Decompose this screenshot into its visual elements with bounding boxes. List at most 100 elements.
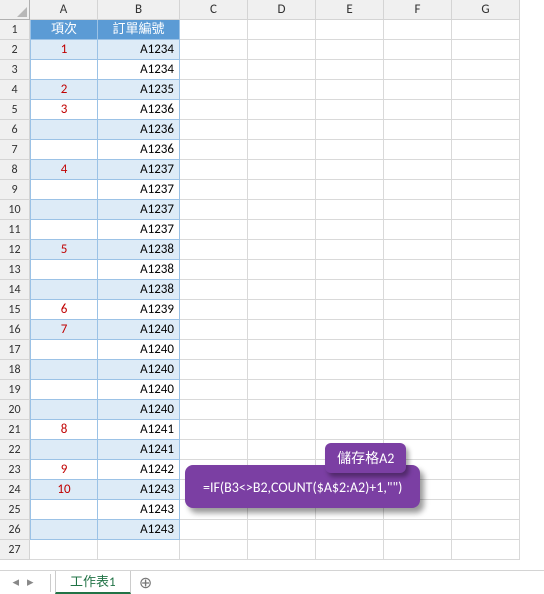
cell-D18[interactable] [248, 360, 316, 380]
cell-A16[interactable]: 7 [30, 320, 98, 340]
cell-A25[interactable] [30, 500, 98, 520]
row-header-5[interactable]: 5 [0, 100, 30, 120]
cell-C17[interactable] [180, 340, 248, 360]
cell-B8[interactable]: A1237 [98, 160, 180, 180]
cell-C6[interactable] [180, 120, 248, 140]
cell-C8[interactable] [180, 160, 248, 180]
cell-E14[interactable] [316, 280, 384, 300]
cell-D7[interactable] [248, 140, 316, 160]
cell-D13[interactable] [248, 260, 316, 280]
cell-A4[interactable]: 2 [30, 80, 98, 100]
cell-B11[interactable]: A1237 [98, 220, 180, 240]
cell-B2[interactable]: A1234 [98, 40, 180, 60]
cell-A7[interactable] [30, 140, 98, 160]
cell-F26[interactable] [384, 520, 452, 540]
row-header-6[interactable]: 6 [0, 120, 30, 140]
cell-F17[interactable] [384, 340, 452, 360]
cell-A19[interactable] [30, 380, 98, 400]
row-header-20[interactable]: 20 [0, 400, 30, 420]
cell-D15[interactable] [248, 300, 316, 320]
cell-B3[interactable]: A1234 [98, 60, 180, 80]
cell-F3[interactable] [384, 60, 452, 80]
cell-F9[interactable] [384, 180, 452, 200]
cell-F5[interactable] [384, 100, 452, 120]
row-header-16[interactable]: 16 [0, 320, 30, 340]
cell-E2[interactable] [316, 40, 384, 60]
col-header-D[interactable]: D [248, 0, 316, 20]
cell-E27[interactable] [316, 540, 384, 560]
cell-D3[interactable] [248, 60, 316, 80]
cell-B6[interactable]: A1236 [98, 120, 180, 140]
cell-B21[interactable]: A1241 [98, 420, 180, 440]
row-header-15[interactable]: 15 [0, 300, 30, 320]
cell-D17[interactable] [248, 340, 316, 360]
cell-A14[interactable] [30, 280, 98, 300]
cell-F15[interactable] [384, 300, 452, 320]
cell-C7[interactable] [180, 140, 248, 160]
col-header-G[interactable]: G [452, 0, 520, 20]
cell-B5[interactable]: A1236 [98, 100, 180, 120]
cell-C11[interactable] [180, 220, 248, 240]
cell-E20[interactable] [316, 400, 384, 420]
row-header-21[interactable]: 21 [0, 420, 30, 440]
cell-D1[interactable] [248, 20, 316, 40]
cell-C4[interactable] [180, 80, 248, 100]
cell-E6[interactable] [316, 120, 384, 140]
cell-E13[interactable] [316, 260, 384, 280]
row-header-14[interactable]: 14 [0, 280, 30, 300]
cell-A23[interactable]: 9 [30, 460, 98, 480]
cell-G21[interactable] [452, 420, 520, 440]
row-header-12[interactable]: 12 [0, 240, 30, 260]
cell-A17[interactable] [30, 340, 98, 360]
cell-B7[interactable]: A1236 [98, 140, 180, 160]
cell-C26[interactable] [180, 520, 248, 540]
cell-A8[interactable]: 4 [30, 160, 98, 180]
cell-C14[interactable] [180, 280, 248, 300]
cell-C18[interactable] [180, 360, 248, 380]
row-header-10[interactable]: 10 [0, 200, 30, 220]
cell-G25[interactable] [452, 500, 520, 520]
tab-next-icon[interactable]: ▸ [27, 575, 34, 590]
cell-F4[interactable] [384, 80, 452, 100]
cell-A11[interactable] [30, 220, 98, 240]
cell-E21[interactable] [316, 420, 384, 440]
cell-G18[interactable] [452, 360, 520, 380]
cell-D22[interactable] [248, 440, 316, 460]
cell-B27[interactable] [98, 540, 180, 560]
cell-C5[interactable] [180, 100, 248, 120]
cell-B15[interactable]: A1239 [98, 300, 180, 320]
cell-E19[interactable] [316, 380, 384, 400]
row-header-13[interactable]: 13 [0, 260, 30, 280]
row-header-4[interactable]: 4 [0, 80, 30, 100]
cell-E16[interactable] [316, 320, 384, 340]
cell-F21[interactable] [384, 420, 452, 440]
row-header-3[interactable]: 3 [0, 60, 30, 80]
cell-E3[interactable] [316, 60, 384, 80]
cell-C21[interactable] [180, 420, 248, 440]
cell-B14[interactable]: A1238 [98, 280, 180, 300]
cell-D9[interactable] [248, 180, 316, 200]
cell-A1[interactable]: 項次 [30, 20, 98, 40]
cell-D2[interactable] [248, 40, 316, 60]
cell-F20[interactable] [384, 400, 452, 420]
cell-E15[interactable] [316, 300, 384, 320]
cell-G26[interactable] [452, 520, 520, 540]
cell-B26[interactable]: A1243 [98, 520, 180, 540]
cell-C19[interactable] [180, 380, 248, 400]
cell-A24[interactable]: 10 [30, 480, 98, 500]
cell-G16[interactable] [452, 320, 520, 340]
cell-C3[interactable] [180, 60, 248, 80]
cell-G19[interactable] [452, 380, 520, 400]
cell-B4[interactable]: A1235 [98, 80, 180, 100]
cell-E5[interactable] [316, 100, 384, 120]
cell-G17[interactable] [452, 340, 520, 360]
cell-A18[interactable] [30, 360, 98, 380]
cell-D16[interactable] [248, 320, 316, 340]
cell-D5[interactable] [248, 100, 316, 120]
row-header-9[interactable]: 9 [0, 180, 30, 200]
row-header-17[interactable]: 17 [0, 340, 30, 360]
row-header-25[interactable]: 25 [0, 500, 30, 520]
cell-A21[interactable]: 8 [30, 420, 98, 440]
cell-B20[interactable]: A1240 [98, 400, 180, 420]
cell-B10[interactable]: A1237 [98, 200, 180, 220]
